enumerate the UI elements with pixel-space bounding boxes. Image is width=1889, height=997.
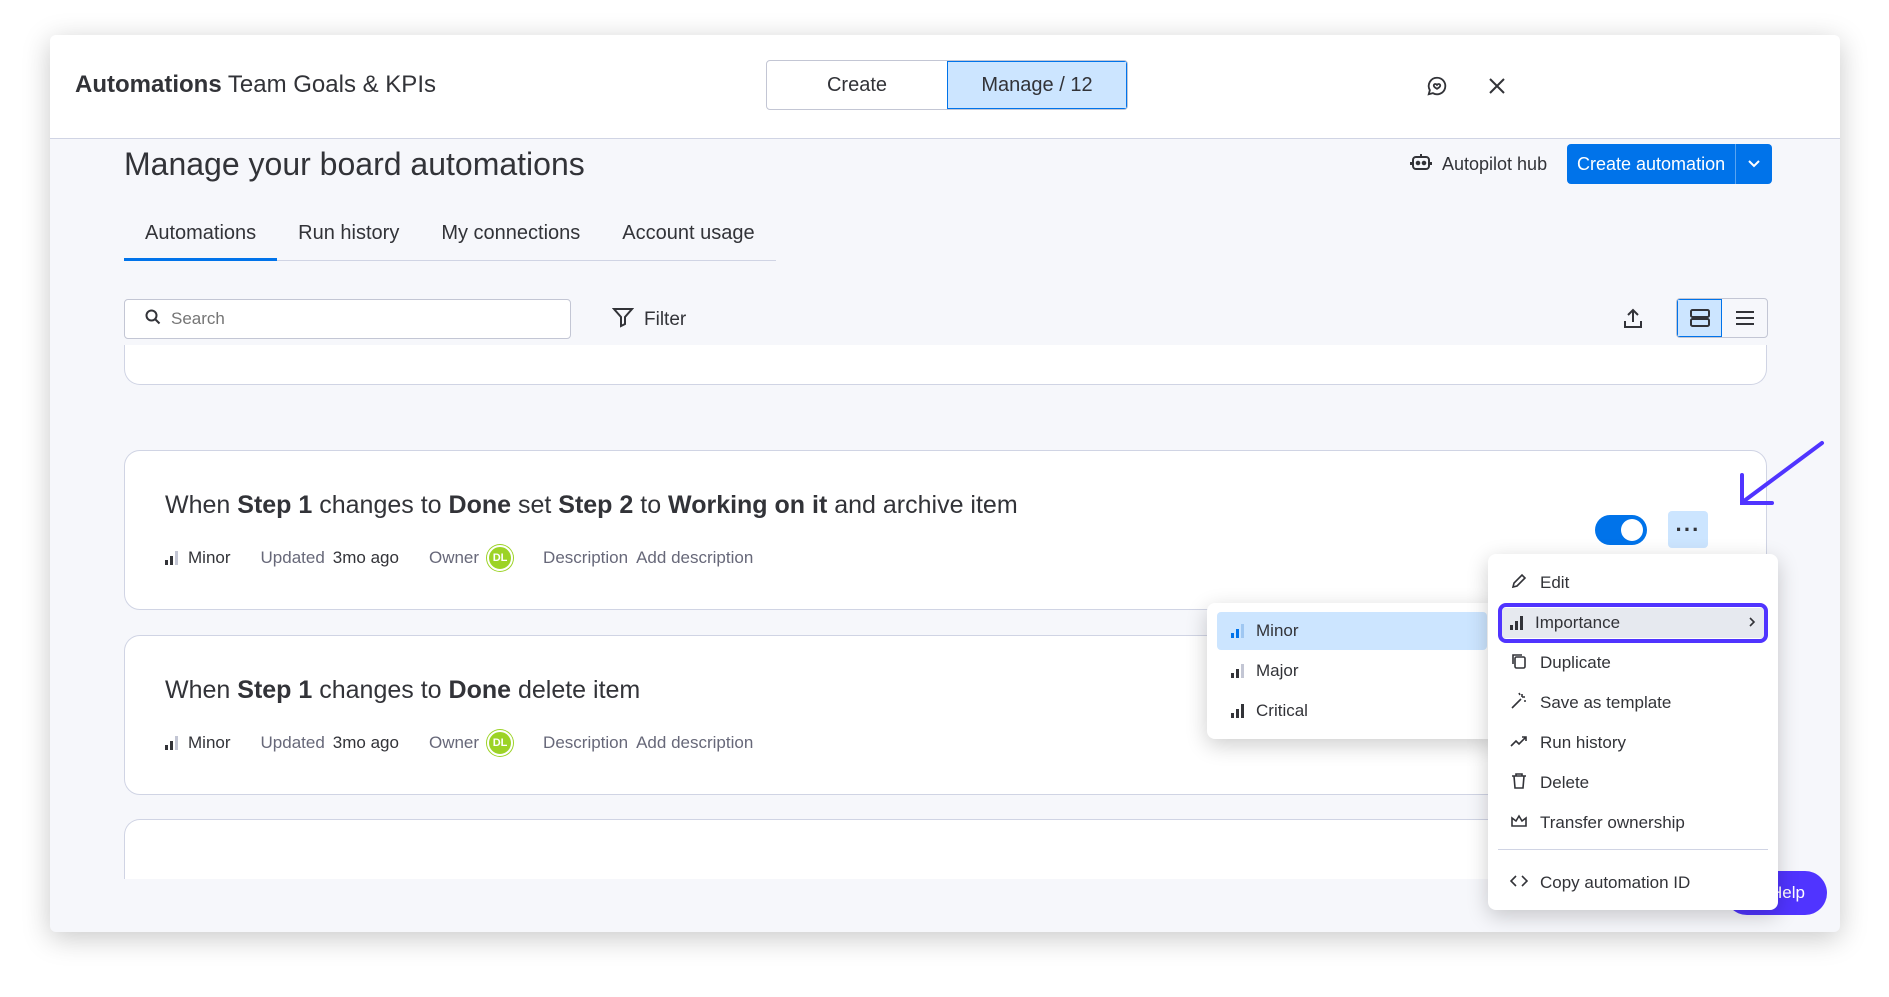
bars-icon [1510, 616, 1523, 630]
importance-option-major[interactable]: Major [1217, 652, 1487, 690]
create-automation-button[interactable]: Create automation [1567, 144, 1773, 184]
crown-icon [1510, 812, 1528, 835]
menu-item-delete[interactable]: Delete [1510, 768, 1760, 798]
manage-tab-button[interactable]: Manage / 12 [947, 61, 1127, 109]
trash-icon [1510, 772, 1528, 795]
modal-header: Automations Team Goals & KPIs Create Man… [50, 35, 1840, 139]
menu-item-save-as-template[interactable]: Save as template [1510, 688, 1760, 718]
avatar[interactable]: DL [487, 545, 514, 571]
tab-account-usage[interactable]: Account usage [601, 222, 775, 261]
chevron-right-icon [1748, 613, 1756, 633]
close-icon[interactable] [1482, 71, 1512, 101]
annotation-arrow-icon [1730, 435, 1830, 520]
search-icon [145, 309, 161, 330]
bars-icon [165, 551, 178, 565]
page-title: Manage your board automations [124, 146, 585, 182]
menu-item-copy-automation-id[interactable]: Copy automation ID [1509, 868, 1760, 898]
tab-my-connections[interactable]: My connections [420, 222, 601, 261]
search-input[interactable] [171, 309, 551, 329]
automation-rule-text: When Step 1 changes to Done delete item [165, 676, 641, 704]
tab-automations[interactable]: Automations [124, 222, 278, 261]
menu-item-edit[interactable]: Edit [1510, 568, 1760, 598]
menu-item-importance[interactable]: Importance [1498, 608, 1768, 638]
automation-card-partial [124, 345, 1767, 385]
importance-indicator: Minor [165, 548, 231, 568]
importance-option-minor[interactable]: Minor [1217, 612, 1487, 650]
robot-icon [1410, 152, 1432, 177]
modal-title: Automations Team Goals & KPIs [75, 71, 436, 98]
pencil-icon [1510, 572, 1528, 595]
automation-context-menu: Edit Importance Duplicate Save as templa… [1488, 554, 1778, 910]
code-icon [1509, 872, 1529, 895]
export-icon[interactable] [1618, 304, 1648, 334]
bars-icon [1231, 704, 1244, 718]
menu-divider [1498, 849, 1768, 850]
feedback-icon[interactable] [1422, 71, 1452, 101]
bars-icon [165, 736, 178, 750]
automations-modal: Automations Team Goals & KPIs Create Man… [50, 35, 1840, 932]
card-view-icon[interactable] [1677, 299, 1722, 337]
tabs: Automations Run history My connections A… [124, 222, 776, 261]
bars-icon [1231, 624, 1244, 638]
add-description-link[interactable]: Add description [636, 733, 753, 753]
list-view-icon[interactable] [1722, 299, 1767, 337]
bars-icon [1231, 664, 1244, 678]
automation-meta: Minor Updated 3mo ago Owner DL Descripti… [165, 730, 783, 756]
filter-button[interactable]: Filter [611, 306, 686, 334]
trend-icon [1510, 732, 1528, 755]
importance-option-critical[interactable]: Critical [1217, 692, 1487, 730]
tab-run-history[interactable]: Run history [277, 222, 420, 261]
more-options-button[interactable]: ··· [1668, 511, 1708, 548]
create-tab-button[interactable]: Create [767, 61, 947, 109]
importance-indicator: Minor [165, 733, 231, 753]
automation-rule-text: When Step 1 changes to Done set Step 2 t… [165, 491, 1018, 519]
add-description-link[interactable]: Add description [636, 548, 753, 568]
view-switcher [1676, 298, 1768, 338]
copy-icon [1510, 652, 1528, 675]
search-box [124, 299, 571, 339]
menu-item-transfer-ownership[interactable]: Transfer ownership [1510, 808, 1760, 838]
menu-item-run-history[interactable]: Run history [1510, 728, 1760, 758]
menu-item-duplicate[interactable]: Duplicate [1510, 648, 1760, 678]
filter-icon [611, 306, 635, 334]
automation-meta: Minor Updated 3mo ago Owner DL Descripti… [165, 545, 783, 571]
wand-icon [1510, 692, 1528, 715]
automation-toggle[interactable] [1595, 515, 1647, 545]
importance-submenu: Minor Major Critical [1207, 603, 1497, 739]
chevron-down-icon[interactable] [1736, 159, 1772, 169]
avatar[interactable]: DL [487, 730, 514, 756]
autopilot-hub-link[interactable]: Autopilot hub [1410, 152, 1547, 177]
mode-switch: Create Manage / 12 [766, 60, 1128, 110]
